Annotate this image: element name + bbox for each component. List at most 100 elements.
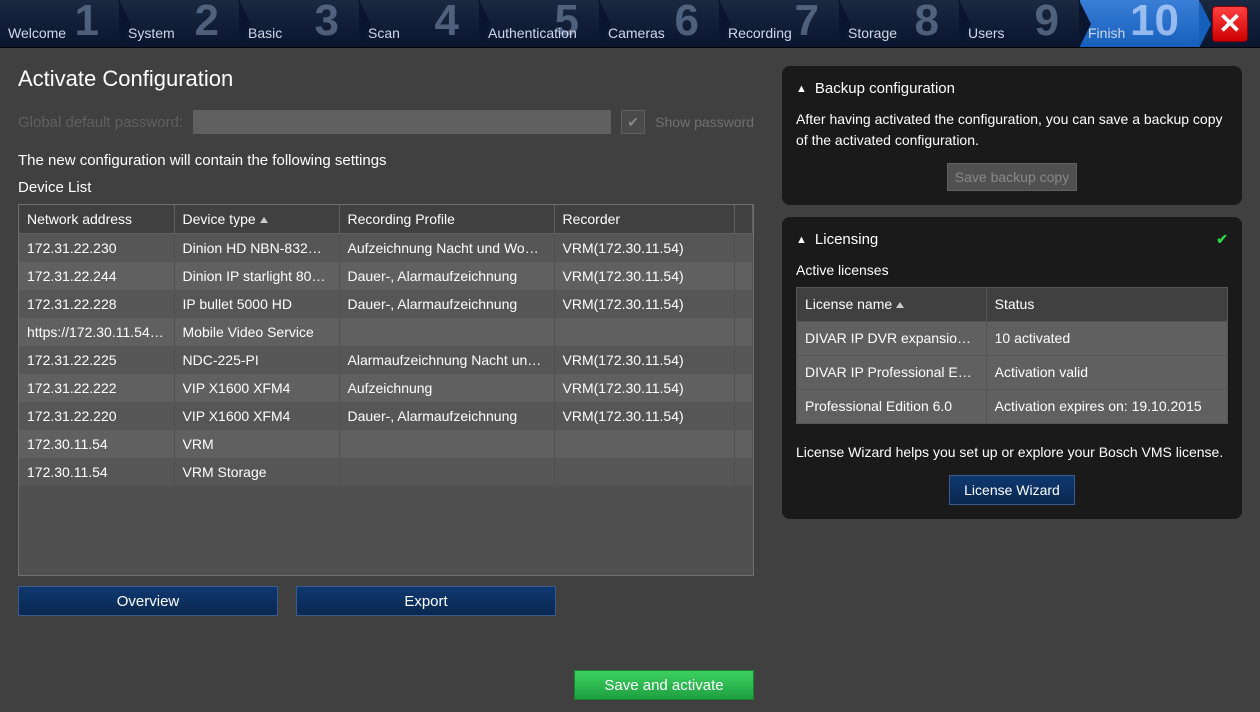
backup-panel-header[interactable]: ▲ Backup configuration <box>796 80 1228 97</box>
close-icon: ✕ <box>1218 7 1241 40</box>
table-row[interactable]: 172.31.22.222VIP X1600 XFM4AufzeichnungV… <box>19 374 753 402</box>
table-row[interactable]: 172.31.22.228IP bullet 5000 HDDauer-, Al… <box>19 290 753 318</box>
wizard-step-cameras[interactable]: 6Cameras <box>600 0 720 47</box>
table-cell: Dauer-, Alarmaufzeichnung <box>339 402 554 430</box>
wizard-step-system[interactable]: 2System <box>120 0 240 47</box>
table-cell: 172.31.22.230 <box>19 234 174 263</box>
step-label: Users <box>968 25 1005 41</box>
licensing-panel-header[interactable]: ▲ Licensing ✔ <box>796 231 1228 248</box>
table-cell: VRM(172.30.11.54) <box>554 234 734 263</box>
license-wizard-button[interactable]: License Wizard <box>949 475 1075 505</box>
table-cell: VRM(172.30.11.54) <box>554 262 734 290</box>
step-number: 7 <box>795 0 819 46</box>
licensing-panel-body: Active licenses License nameStatus DIVAR… <box>796 260 1228 505</box>
table-cell: Professional Edition 6.0 <box>797 390 987 424</box>
overview-button[interactable]: Overview <box>18 586 278 616</box>
licensing-panel-title: Licensing <box>815 231 1208 248</box>
table-cell-spacer <box>734 430 753 458</box>
table-cell: 172.30.11.54 <box>19 430 174 458</box>
table-cell: VRM(172.30.11.54) <box>554 402 734 430</box>
table-cell: Alarmaufzeichnung Nacht und W <box>339 346 554 374</box>
save-backup-button: Save backup copy <box>947 163 1077 191</box>
table-cell: VRM(172.30.11.54) <box>554 346 734 374</box>
table-cell: Activation valid <box>986 356 1227 390</box>
table-row[interactable]: 172.31.22.230Dinion HD NBN-832VxPAufzeic… <box>19 234 753 263</box>
wizard-step-authentication[interactable]: 5Authentication <box>480 0 600 47</box>
step-number: 4 <box>435 0 459 46</box>
table-cell: Dinion IP starlight 8000 M <box>174 262 339 290</box>
table-row[interactable]: https://172.30.11.54/mvsMobile Video Ser… <box>19 318 753 346</box>
column-header[interactable]: Recorder <box>554 205 734 234</box>
step-number: 9 <box>1035 0 1059 46</box>
table-row[interactable]: DIVAR IP Professional EditioActivation v… <box>797 356 1228 390</box>
step-number: 3 <box>315 0 339 46</box>
step-number: 8 <box>915 0 939 46</box>
table-cell: https://172.30.11.54/mvs <box>19 318 174 346</box>
wizard-step-basic[interactable]: 3 Basic <box>240 0 360 47</box>
wizard-step-users[interactable]: 9 Users <box>960 0 1080 47</box>
step-label: Welcome <box>8 25 66 41</box>
wizard-step-recording[interactable]: 7Recording <box>720 0 840 47</box>
column-header[interactable]: Device type <box>174 205 339 234</box>
table-cell: Mobile Video Service <box>174 318 339 346</box>
wizard-nav: 1 Welcome 2System 3 Basic 4 Scan 5Authenticatio… <box>0 0 1260 48</box>
table-cell: VRM(172.30.11.54) <box>554 374 734 402</box>
table-cell-spacer <box>734 318 753 346</box>
wizard-step-storage[interactable]: 8 Storage <box>840 0 960 47</box>
table-row[interactable]: 172.31.22.225NDC-225-PIAlarmaufzeichnung… <box>19 346 753 374</box>
password-row: Global default password: ✔ Show password <box>18 110 754 134</box>
step-number: 1 <box>75 0 99 46</box>
table-cell: VIP X1600 XFM4 <box>174 374 339 402</box>
table-cell-spacer <box>734 458 753 486</box>
table-cell <box>339 458 554 486</box>
table-cell <box>554 430 734 458</box>
export-button[interactable]: Export <box>296 586 556 616</box>
step-label: Basic <box>248 25 282 41</box>
table-cell: Activation expires on: 19.10.2015 <box>986 390 1227 424</box>
table-cell: Dauer-, Alarmaufzeichnung <box>339 262 554 290</box>
step-label: Scan <box>368 25 400 41</box>
left-pane: Activate Configuration Global default pa… <box>0 48 772 712</box>
table-row[interactable]: DIVAR IP DVR expansion (110 activated <box>797 322 1228 356</box>
table-row[interactable]: 172.31.22.220VIP X1600 XFM4Dauer-, Alarm… <box>19 402 753 430</box>
table-cell: 172.31.22.244 <box>19 262 174 290</box>
table-cell-spacer <box>734 262 753 290</box>
table-cell: 10 activated <box>986 322 1227 356</box>
wizard-step-scan[interactable]: 4 Scan <box>360 0 480 47</box>
table-row[interactable]: 172.30.11.54VRM <box>19 430 753 458</box>
main-content: Activate Configuration Global default pa… <box>0 48 1260 712</box>
step-number: 10 <box>1130 0 1179 46</box>
wizard-step-finish[interactable]: 10Finish <box>1080 0 1200 47</box>
column-header[interactable]: Network address <box>19 205 174 234</box>
table-row[interactable]: 172.30.11.54VRM Storage <box>19 458 753 486</box>
table-cell: VRM <box>174 430 339 458</box>
licensing-panel: ▲ Licensing ✔ Active licenses License na… <box>782 217 1242 519</box>
table-cell: 172.31.22.228 <box>19 290 174 318</box>
password-input[interactable] <box>193 110 611 134</box>
table-cell: 172.31.22.222 <box>19 374 174 402</box>
show-password-checkbox[interactable]: ✔ <box>621 110 645 134</box>
table-cell: Aufzeichnung Nacht und Wochen <box>339 234 554 263</box>
save-activate-button[interactable]: Save and activate <box>574 670 754 700</box>
table-cell <box>339 430 554 458</box>
info-text: The new configuration will contain the f… <box>18 152 754 169</box>
column-header[interactable]: Status <box>986 288 1227 322</box>
bottom-buttons: Save and activate <box>18 620 754 700</box>
chevron-up-icon: ▲ <box>796 83 807 95</box>
step-label: Recording <box>728 25 792 41</box>
chevron-up-icon: ▲ <box>796 234 807 246</box>
license-table: License nameStatus DIVAR IP DVR expansio… <box>796 287 1228 424</box>
wizard-step-welcome[interactable]: 1 Welcome <box>0 0 120 47</box>
table-cell <box>554 458 734 486</box>
backup-panel-body: After having activated the configuration… <box>796 109 1228 151</box>
table-row[interactable]: Professional Edition 6.0Activation expir… <box>797 390 1228 424</box>
table-cell: Dauer-, Alarmaufzeichnung <box>339 290 554 318</box>
column-header[interactable]: License name <box>797 288 987 322</box>
close-button[interactable]: ✕ <box>1212 6 1248 42</box>
table-cell-spacer <box>734 402 753 430</box>
table-row[interactable]: 172.31.22.244Dinion IP starlight 8000 MD… <box>19 262 753 290</box>
step-label: Storage <box>848 25 897 41</box>
table-cell-spacer <box>734 234 753 263</box>
column-header[interactable]: Recording Profile <box>339 205 554 234</box>
table-cell-spacer <box>734 346 753 374</box>
